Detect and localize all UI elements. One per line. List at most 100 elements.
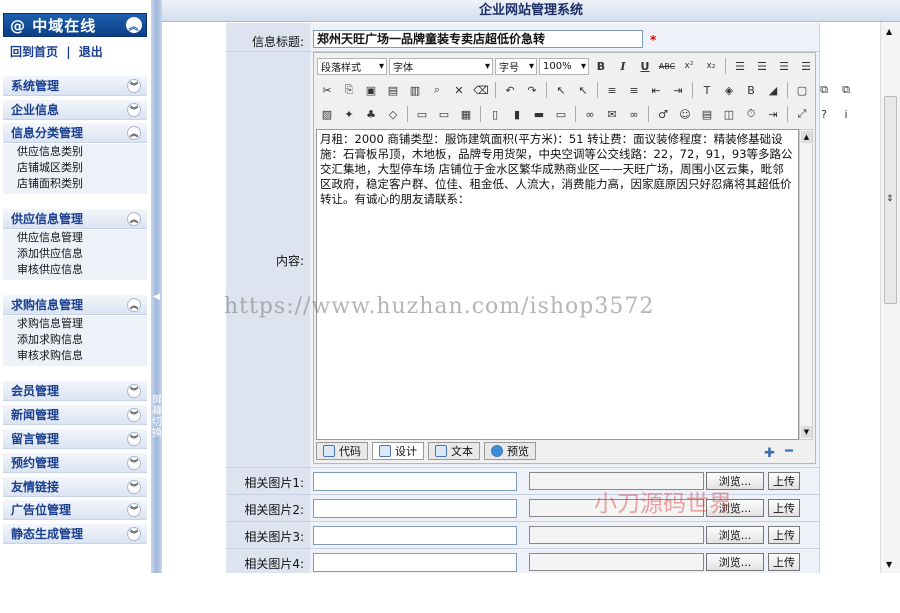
browse-button[interactable]: 浏览... [706,472,764,490]
menu-static[interactable]: 静态生成管理 ︾ [3,524,147,544]
strikethrough-icon[interactable]: ABC [657,56,677,76]
image-icon[interactable]: ▨ [317,104,337,124]
media-icon[interactable]: ♣ [361,104,381,124]
align-center-icon[interactable]: ☰ [752,56,772,76]
menu-members[interactable]: 会员管理 ︾ [3,381,147,401]
unordered-list-icon[interactable]: ≡ [624,80,644,100]
chevron-down-icon[interactable]: ︾ [127,432,141,446]
chevron-down-icon[interactable]: ︾ [127,503,141,517]
copy-format-icon[interactable]: ⧉ [836,80,856,100]
text-color-icon[interactable]: T [697,80,717,100]
emoticon-icon[interactable]: ☺ [675,104,695,124]
picture-url-input[interactable] [313,499,517,518]
scroll-down-icon[interactable]: ▼ [801,426,812,438]
italic-icon[interactable]: I [613,56,633,76]
table-icon[interactable]: ▭ [412,104,432,124]
tab-design[interactable]: 设计 [372,442,424,460]
outdent-icon[interactable]: ⇤ [646,80,666,100]
undo-icon[interactable]: ↶ [500,80,520,100]
home-link[interactable]: 回到首页 [10,45,58,59]
file-path-field[interactable] [529,553,704,571]
paste-text-icon[interactable]: ▤ [383,80,403,100]
underline-icon[interactable]: U [635,56,655,76]
picture-url-input[interactable] [313,526,517,545]
submenu-item[interactable]: 审核供应信息 [17,262,147,278]
chevron-up-icon[interactable]: ︽ [127,126,141,140]
sidebar-toggle-bar[interactable]: ◀ 屏幕切换 [151,0,162,573]
menu-system[interactable]: 系统管理 ︾ [3,76,147,96]
hr-icon[interactable]: ▦ [456,104,476,124]
upload-button[interactable]: 上传 [768,472,800,490]
shrink-icon[interactable]: ━ [785,444,793,459]
button-icon[interactable]: ▭ [551,104,571,124]
select-icon[interactable]: ↖ [551,80,571,100]
browse-button[interactable]: 浏览... [706,553,764,571]
align-right-icon[interactable]: ☰ [774,56,794,76]
menu-ads[interactable]: 广告位管理 ︾ [3,500,147,520]
logout-link[interactable]: 退出 [79,45,103,59]
menu-category[interactable]: 信息分类管理 ︽ [3,123,147,143]
indent-icon[interactable]: ⇥ [668,80,688,100]
submenu-item[interactable]: 店铺面积类别 [17,176,147,192]
font-select[interactable]: 字体 ▾ [389,57,493,75]
browse-button[interactable]: 浏览... [706,526,764,544]
chevron-down-icon[interactable]: ︾ [127,527,141,541]
title-input[interactable]: 郑州天旺广场一品牌童装专卖店超低价急转 [313,30,643,48]
marquee-icon[interactable]: ▬ [529,104,549,124]
info-icon[interactable]: i [836,104,856,124]
menu-supply[interactable]: 供应信息管理 ︽ [3,209,147,229]
chevron-down-icon[interactable]: ︾ [127,408,141,422]
submenu-item[interactable]: 供应信息类别 [17,144,147,160]
tab-preview[interactable]: 预览 [484,442,536,460]
redo-icon[interactable]: ↷ [522,80,542,100]
fullscreen-icon[interactable]: ⤢ [792,104,812,124]
picture-url-input[interactable] [313,553,517,572]
chevron-down-icon[interactable]: ︾ [127,384,141,398]
tab-text[interactable]: 文本 [428,442,480,460]
submenu-item[interactable]: 供应信息管理 [17,230,147,246]
upload-button[interactable]: 上传 [768,499,800,517]
align-left-icon[interactable]: ☰ [730,56,750,76]
anchor-icon[interactable]: ◇ [383,104,403,124]
help-icon[interactable]: ? [814,104,834,124]
superscript-icon[interactable]: x² [679,56,699,76]
page-scrollbar[interactable]: ▲ ⇕ ▼ [880,22,900,573]
page-icon[interactable]: ▯ [485,104,505,124]
scroll-up-icon[interactable]: ▲ [801,131,812,143]
expand-icon[interactable]: ✚ [764,446,775,461]
chevron-down-icon[interactable]: ︾ [127,103,141,117]
file-path-field[interactable] [529,499,704,517]
menu-links[interactable]: 友情链接 ︾ [3,477,147,497]
background-color-icon[interactable]: B [741,80,761,100]
delete-icon[interactable]: ✕ [449,80,469,100]
menu-company[interactable]: 企业信息 ︾ [3,100,147,120]
layer-icon[interactable]: ⧉ [814,80,834,100]
bold-icon[interactable]: B [591,56,611,76]
time-icon[interactable]: ⏱ [741,104,761,124]
menu-news[interactable]: 新闻管理 ︾ [3,405,147,425]
file-path-field[interactable] [529,472,704,490]
template-icon[interactable]: ▮ [507,104,527,124]
upload-button[interactable]: 上传 [768,553,800,571]
paragraph-style-select[interactable]: 段落样式 ▾ [317,57,387,75]
collapse-icon[interactable]: ︽ [126,17,142,33]
gallery-icon[interactable]: ▤ [697,104,717,124]
submenu-item[interactable]: 审核求购信息 [17,348,147,364]
collapse-arrow-icon[interactable]: ◀ [153,292,160,302]
submenu-item[interactable]: 添加供应信息 [17,246,147,262]
menu-messages[interactable]: 留言管理 ︾ [3,429,147,449]
content-textarea[interactable]: 月租：2000 商铺类型：服饰建筑面积(平方米)：51 转让费：面议装修程度：精… [316,129,799,440]
align-justify-icon[interactable]: ☰ [796,56,816,76]
chevron-up-icon[interactable]: ︽ [127,212,141,226]
menu-purchase[interactable]: 求购信息管理 ︽ [3,295,147,315]
copy-icon[interactable]: ⎘ [339,80,359,100]
subscript-icon[interactable]: x₂ [701,56,721,76]
zoom-select[interactable]: 100% ▾ [539,57,589,75]
file-path-field[interactable] [529,526,704,544]
link-icon[interactable]: ∞ [580,104,600,124]
email-icon[interactable]: ✉ [602,104,622,124]
special-char-icon[interactable]: ♂ [653,104,673,124]
flash-icon[interactable]: ✦ [339,104,359,124]
form-icon[interactable]: ▭ [434,104,454,124]
exit-icon[interactable]: ⇥ [763,104,783,124]
